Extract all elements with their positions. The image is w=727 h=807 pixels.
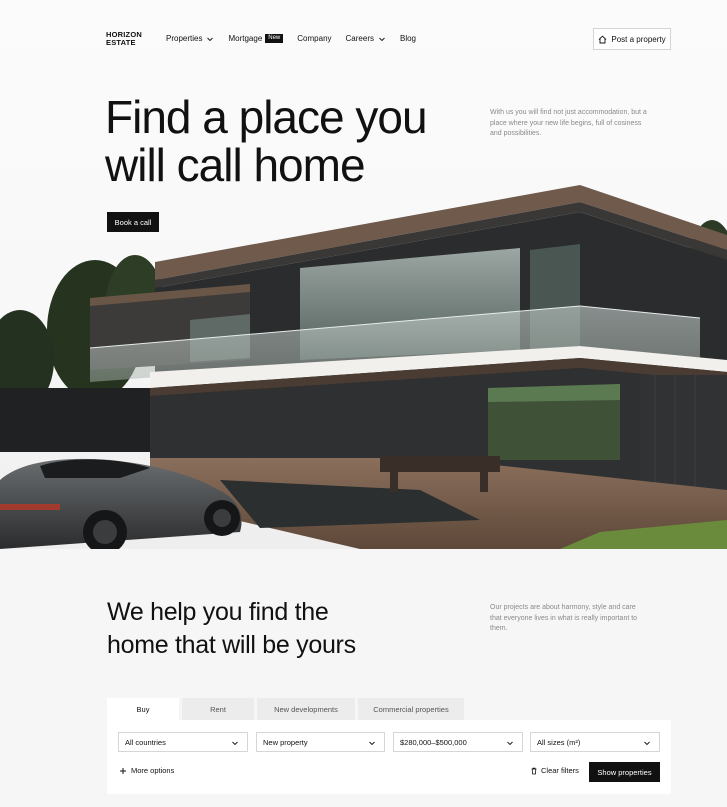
hero-subtitle: With us you will find not just accommoda… xyxy=(490,109,647,137)
size-value: All sizes (m²) xyxy=(537,737,581,747)
search-panel: All countries New property $280,000–$500… xyxy=(107,720,671,794)
chevron-down-icon xyxy=(507,741,513,746)
clear-filters-button[interactable]: Clear filters xyxy=(530,766,579,775)
post-property-label: Post a property xyxy=(611,34,666,44)
post-property-button[interactable]: Post a property xyxy=(593,28,671,50)
new-badge: New xyxy=(265,34,284,43)
section-title-line1: We help you find the xyxy=(107,598,329,626)
tab-rent[interactable]: Rent xyxy=(182,698,254,720)
nav-item-label: Careers xyxy=(345,34,374,43)
chevron-down-icon xyxy=(644,741,650,746)
nav-item-mortgage[interactable]: Mortgage New xyxy=(228,34,284,43)
hero-section: HORIZON ESTATE Properties Mortgage New C… xyxy=(0,0,727,549)
price-range-select[interactable]: $280,000–$500,000 xyxy=(393,732,523,752)
chevron-down-icon xyxy=(207,37,214,41)
hero-title-line1: Find a place you xyxy=(105,91,428,143)
hero-title-line2: will call home xyxy=(105,139,366,191)
property-type-value: New property xyxy=(263,737,308,747)
brand-logo[interactable]: HORIZON ESTATE xyxy=(106,31,150,47)
clear-filters-label: Clear filters xyxy=(541,766,579,775)
hero-title: Find a place you will call home xyxy=(105,93,505,189)
tab-new-developments[interactable]: New developments xyxy=(257,698,355,720)
country-select-value: All countries xyxy=(125,737,166,747)
chevron-down-icon xyxy=(369,741,375,746)
logo-line2: ESTATE xyxy=(106,38,136,47)
section-title-line2: home that will be yours xyxy=(107,631,356,659)
trash-icon xyxy=(531,767,537,774)
tab-commercial-properties[interactable]: Commercial properties xyxy=(358,698,464,720)
tab-buy[interactable]: Buy xyxy=(107,698,179,720)
property-type-select[interactable]: New property xyxy=(256,732,385,752)
country-select[interactable]: All countries xyxy=(118,732,248,752)
size-select[interactable]: All sizes (m²) xyxy=(530,732,660,752)
nav-item-blog[interactable]: Blog xyxy=(400,34,416,43)
nav-item-properties[interactable]: Properties xyxy=(166,34,214,43)
home-icon xyxy=(599,35,607,43)
nav-item-label: Blog xyxy=(399,34,416,43)
section-subtitle: Our projects are about harmony, style an… xyxy=(490,604,638,632)
nav-item-label: Mortgage xyxy=(228,34,263,43)
price-range-value: $280,000–$500,000 xyxy=(400,737,467,747)
nav-item-label: Properties xyxy=(166,34,203,43)
main-nav: Properties Mortgage New Company Careers … xyxy=(166,34,430,43)
plus-icon xyxy=(120,767,126,774)
nav-item-label: Company xyxy=(297,34,332,43)
search-tabs: Buy Rent New developments Commercial pro… xyxy=(107,698,464,720)
more-options-button[interactable]: More options xyxy=(119,766,174,775)
nav-item-company[interactable]: Company xyxy=(297,34,331,43)
more-options-label: More options xyxy=(131,766,175,775)
chevron-down-icon xyxy=(379,37,385,41)
show-properties-button[interactable]: Show properties xyxy=(589,762,660,782)
section-title: We help you find the home that will be y… xyxy=(107,596,427,662)
nav-item-careers[interactable]: Careers xyxy=(346,34,386,43)
chevron-down-icon xyxy=(232,741,238,746)
book-call-button[interactable]: Book a call xyxy=(107,212,159,232)
